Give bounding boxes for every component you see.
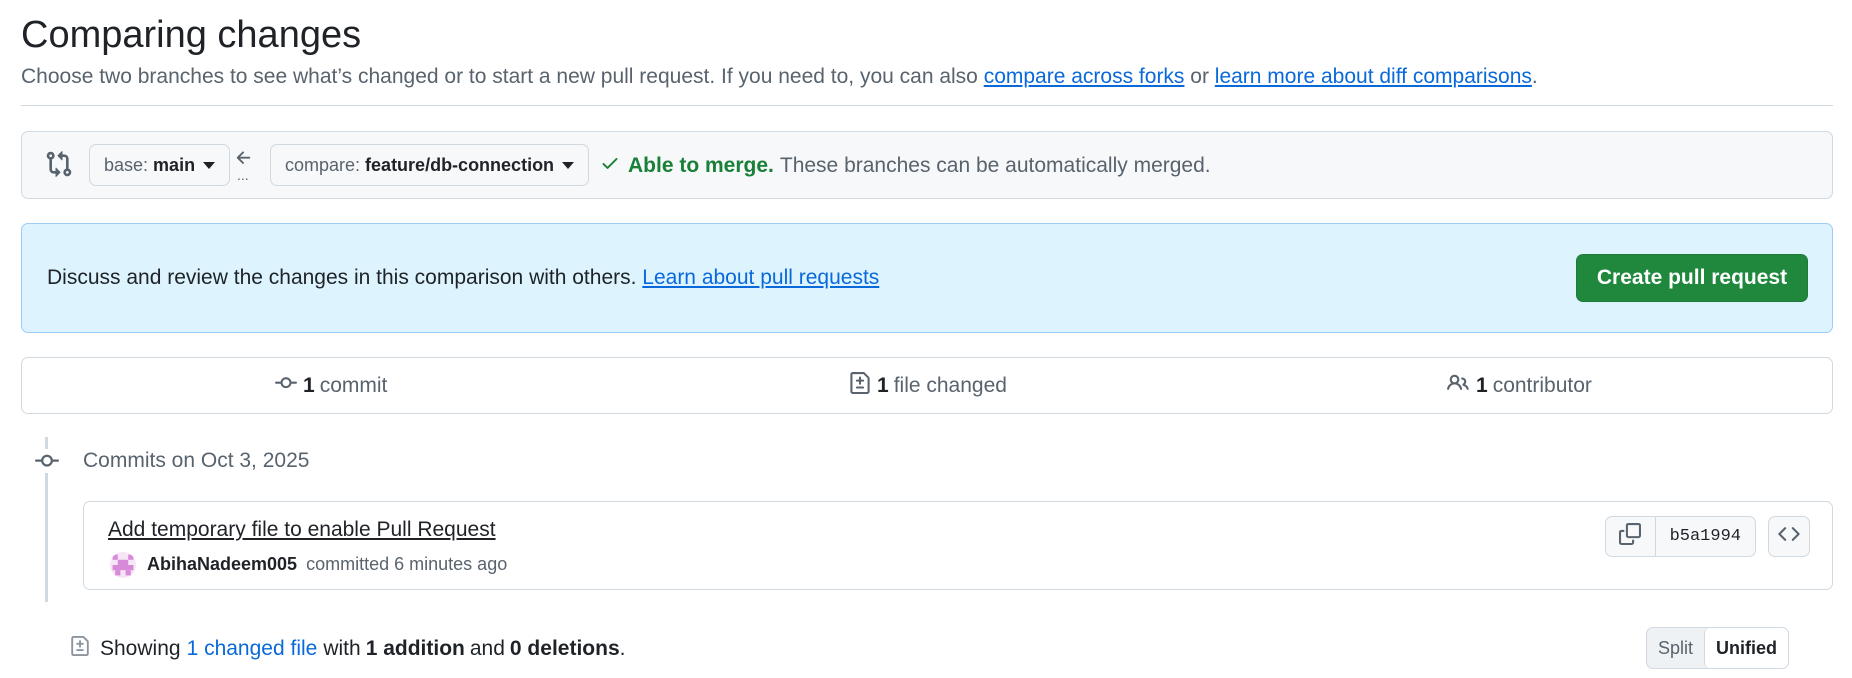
commit-author[interactable]: AbihaNadeem005 xyxy=(147,554,297,574)
banner-message: Discuss and review the changes in this c… xyxy=(47,266,643,289)
copy-sha-button[interactable] xyxy=(1606,517,1656,556)
contributors-stat[interactable]: 1 contributor xyxy=(1446,358,1592,413)
diff-comparisons-link[interactable]: learn more about diff comparisons xyxy=(1215,65,1532,88)
additions-count: 1 addition xyxy=(365,637,465,660)
commit-action: committed xyxy=(306,554,390,574)
browse-repo-button[interactable] xyxy=(1768,516,1810,557)
commits-stat[interactable]: 1 commit xyxy=(275,358,387,413)
banner-text: Discuss and review the changes in this c… xyxy=(47,266,879,290)
deletions-count: 0 deletions xyxy=(509,637,620,660)
commit-title-link[interactable]: Add temporary file to enable Pull Reques… xyxy=(108,518,496,542)
author-avatar[interactable] xyxy=(110,552,136,578)
subtitle-prefix: Choose two branches to see what’s change… xyxy=(21,65,984,88)
commits-count: 1 xyxy=(303,373,315,397)
comparison-stats: 1 commit 1 file changed 1 contributor xyxy=(21,357,1833,414)
page-title: Comparing changes xyxy=(21,14,362,56)
code-icon xyxy=(1778,523,1800,550)
arrow-left-icon: ... xyxy=(230,146,260,186)
commit-meta: AbihaNadeem005 committed 6 minutes ago xyxy=(147,554,507,575)
copy-icon xyxy=(1619,523,1642,550)
diff-summary: Showing 1 changed file with 1 addition a… xyxy=(70,636,625,662)
learn-pull-requests-link[interactable]: Learn about pull requests xyxy=(642,266,879,289)
base-caret-down-icon xyxy=(203,161,216,169)
commit-sha-link[interactable]: b5a1994 xyxy=(1656,517,1755,556)
diff-view-toggle: Split Unified xyxy=(1646,627,1790,669)
compare-branch-select[interactable]: compare: feature/db-connection xyxy=(270,144,590,186)
files-count: 1 xyxy=(877,373,889,397)
base-label: base: xyxy=(104,154,149,175)
file-diff-summary-icon xyxy=(70,636,90,662)
commit-time: 6 minutes ago xyxy=(394,554,508,574)
merge-ok-text: Able to merge. xyxy=(628,154,774,177)
subtitle-suffix: . xyxy=(1531,65,1538,88)
compare-across-forks-link[interactable]: compare across forks xyxy=(984,65,1185,88)
create-pr-banner: Discuss and review the changes in this c… xyxy=(21,223,1833,333)
git-compare-icon xyxy=(45,150,73,178)
contributors-label: contributor xyxy=(1492,373,1592,397)
subtitle-mid: or xyxy=(1184,65,1215,88)
header-divider xyxy=(21,105,1833,106)
commit-timeline-icon xyxy=(33,449,61,473)
files-label: file changed xyxy=(893,373,1007,397)
page-subtitle: Choose two branches to see what’s change… xyxy=(21,65,1538,89)
and-label: and xyxy=(469,637,505,660)
compare-value: feature/db-connection xyxy=(365,154,555,175)
commit-sha-group: b5a1994 xyxy=(1604,516,1756,557)
merge-message: These branches can be automatically merg… xyxy=(779,154,1211,177)
range-ellipsis: ... xyxy=(237,167,249,183)
commits-date-heading: Commits on Oct 3, 2025 xyxy=(83,449,310,472)
unified-view-button[interactable]: Unified xyxy=(1704,628,1789,668)
files-stat[interactable]: 1 file changed xyxy=(849,358,1007,413)
changed-files-link[interactable]: 1 changed file xyxy=(187,637,318,661)
showing-label: Showing xyxy=(100,637,181,660)
file-diff-icon xyxy=(849,371,871,400)
commit-item: Add temporary file to enable Pull Reques… xyxy=(83,501,1833,590)
split-view-button[interactable]: Split xyxy=(1647,628,1704,668)
commit-icon xyxy=(275,372,297,400)
people-icon xyxy=(1446,372,1470,400)
compare-page: Comparing changes Choose two branches to… xyxy=(0,0,1852,678)
summary-period: . xyxy=(619,637,626,660)
compare-label: compare: xyxy=(285,154,361,175)
contributors-count: 1 xyxy=(1476,373,1488,397)
check-icon xyxy=(600,153,620,179)
base-value: main xyxy=(153,154,196,175)
commits-label: commit xyxy=(319,373,388,397)
compare-caret-down-icon xyxy=(562,161,575,169)
create-pull-request-button[interactable]: Create pull request xyxy=(1576,254,1808,302)
merge-status: Able to merge. These branches can be aut… xyxy=(600,153,1211,179)
range-editor: base: main ... compare: feature/db-conne… xyxy=(21,131,1833,199)
base-branch-select[interactable]: base: main xyxy=(89,144,231,186)
with-label: with xyxy=(323,637,361,660)
